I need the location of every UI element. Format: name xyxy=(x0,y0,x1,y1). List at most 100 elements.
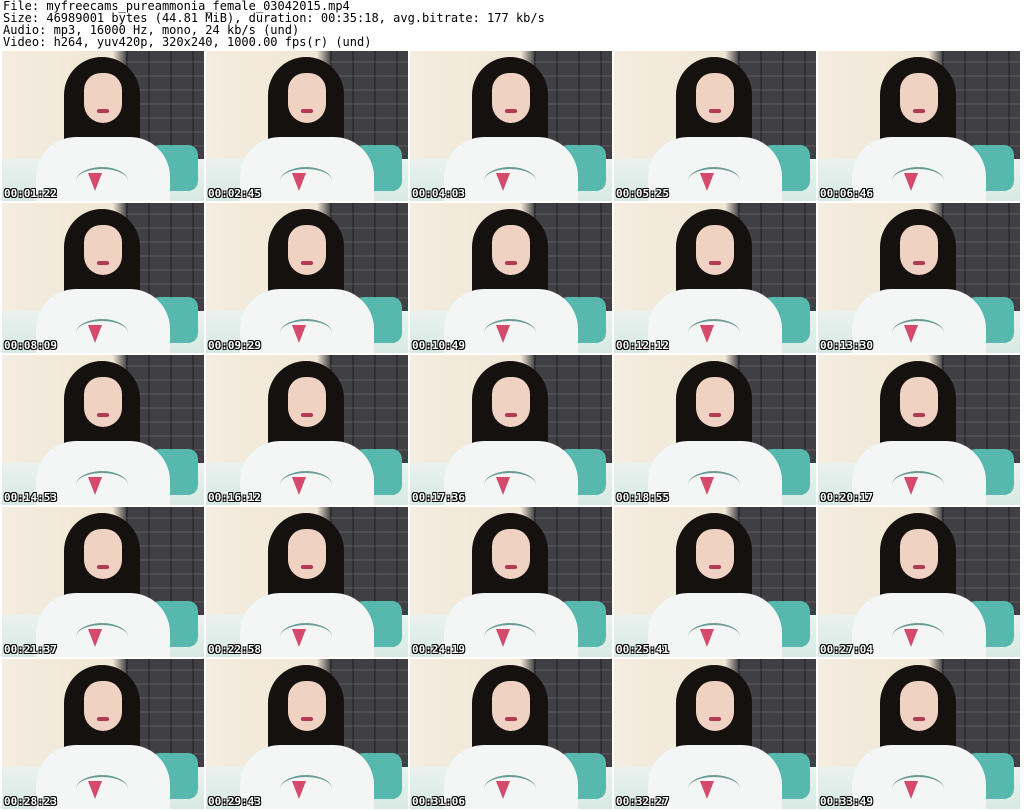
file-info-header: File: myfreecams_pureammonia_female_0304… xyxy=(3,0,1021,48)
thumbnail-face xyxy=(492,377,530,427)
thumbnail-lips xyxy=(97,261,109,265)
thumbnail-timestamp: 00:12:12 xyxy=(616,339,669,352)
thumbnail-face xyxy=(288,377,326,427)
thumbnail-print xyxy=(688,623,740,651)
video-thumbnail: 00:25:41 xyxy=(614,507,816,657)
thumbnail-timestamp: 00:02:45 xyxy=(208,187,261,200)
thumbnail-timestamp: 00:29:43 xyxy=(208,795,261,808)
thumbnail-face xyxy=(696,377,734,427)
video-thumbnail: 00:24:19 xyxy=(410,507,612,657)
video-thumbnail: 00:01:22 xyxy=(2,51,204,201)
video-thumbnail: 00:12:12 xyxy=(614,203,816,353)
thumbnail-print xyxy=(76,167,128,195)
thumbnail-lips xyxy=(709,717,721,721)
thumbnail-face xyxy=(84,225,122,275)
thumbnail-face xyxy=(900,529,938,579)
video-thumbnail: 00:13:30 xyxy=(818,203,1020,353)
thumbnail-face xyxy=(492,681,530,731)
thumbnail-print xyxy=(688,319,740,347)
thumbnail-print xyxy=(484,167,536,195)
video-thumbnail: 00:06:46 xyxy=(818,51,1020,201)
video-thumbnail: 00:04:03 xyxy=(410,51,612,201)
thumbnail-face xyxy=(900,681,938,731)
thumbnail-face xyxy=(696,73,734,123)
video-thumbnail: 00:08:09 xyxy=(2,203,204,353)
video-thumbnail: 00:02:45 xyxy=(206,51,408,201)
video-info-line: Video: h264, yuv420p, 320x240, 1000.00 f… xyxy=(3,35,372,49)
thumbnail-timestamp: 00:21:37 xyxy=(4,643,57,656)
thumbnail-lips xyxy=(505,109,517,113)
thumbnail-print xyxy=(76,623,128,651)
video-thumbnail: 00:21:37 xyxy=(2,507,204,657)
thumbnail-face xyxy=(288,681,326,731)
thumbnail-timestamp: 00:31:06 xyxy=(412,795,465,808)
thumbnail-lips xyxy=(505,413,517,417)
video-thumbnail: 00:27:04 xyxy=(818,507,1020,657)
thumbnail-lips xyxy=(97,109,109,113)
thumbnail-lips xyxy=(505,565,517,569)
thumbnail-lips xyxy=(913,413,925,417)
thumbnail-face xyxy=(492,225,530,275)
thumbnail-face xyxy=(84,529,122,579)
thumbnail-face xyxy=(900,377,938,427)
thumbnail-print xyxy=(280,319,332,347)
thumbnail-lips xyxy=(709,109,721,113)
video-thumbnail: 00:31:06 xyxy=(410,659,612,809)
thumbnail-lips xyxy=(913,717,925,721)
thumbnail-timestamp: 00:25:41 xyxy=(616,643,669,656)
thumbnail-print xyxy=(484,775,536,803)
thumbnail-print xyxy=(892,167,944,195)
thumbnail-lips xyxy=(709,261,721,265)
thumbnail-lips xyxy=(97,413,109,417)
thumbnail-timestamp: 00:01:22 xyxy=(4,187,57,200)
thumbnail-lips xyxy=(301,109,313,113)
thumbnail-timestamp: 00:08:09 xyxy=(4,339,57,352)
thumbnail-lips xyxy=(301,261,313,265)
thumbnail-print xyxy=(892,775,944,803)
thumbnail-face xyxy=(84,73,122,123)
thumbnail-timestamp: 00:18:55 xyxy=(616,491,669,504)
thumbnail-face xyxy=(696,225,734,275)
thumbnail-print xyxy=(892,319,944,347)
thumbnail-face xyxy=(288,73,326,123)
thumbnail-timestamp: 00:10:49 xyxy=(412,339,465,352)
thumbnail-face xyxy=(696,529,734,579)
thumbnail-face xyxy=(84,377,122,427)
thumbnail-print xyxy=(76,319,128,347)
thumbnail-face xyxy=(288,529,326,579)
thumbnail-timestamp: 00:32:27 xyxy=(616,795,669,808)
video-thumbnail: 00:28:23 xyxy=(2,659,204,809)
thumbnail-face xyxy=(900,225,938,275)
thumbnail-face xyxy=(84,681,122,731)
thumbnail-lips xyxy=(913,565,925,569)
thumbnail-timestamp: 00:14:53 xyxy=(4,491,57,504)
thumbnail-print xyxy=(892,471,944,499)
thumbnail-lips xyxy=(505,717,517,721)
thumbnail-print xyxy=(280,167,332,195)
thumbnail-print xyxy=(688,167,740,195)
thumbnail-print xyxy=(484,471,536,499)
thumbnail-face xyxy=(492,529,530,579)
thumbnail-lips xyxy=(301,413,313,417)
thumbnail-face xyxy=(900,73,938,123)
thumbnail-lips xyxy=(505,261,517,265)
thumbnail-print xyxy=(280,471,332,499)
video-thumbnail: 00:05:25 xyxy=(614,51,816,201)
video-thumbnail: 00:29:43 xyxy=(206,659,408,809)
video-thumbnail: 00:22:58 xyxy=(206,507,408,657)
thumbnail-timestamp: 00:04:03 xyxy=(412,187,465,200)
thumbnail-print xyxy=(688,471,740,499)
thumbnail-lips xyxy=(301,717,313,721)
video-thumbnail: 00:14:53 xyxy=(2,355,204,505)
thumbnail-lips xyxy=(913,109,925,113)
thumbnail-timestamp: 00:13:30 xyxy=(820,339,873,352)
video-thumbnail: 00:09:29 xyxy=(206,203,408,353)
thumbnail-timestamp: 00:33:49 xyxy=(820,795,873,808)
thumbnail-grid: 00:01:22 00:02:45 00:04:03 00:05:25 00:06:46… xyxy=(2,51,1020,809)
thumbnail-timestamp: 00:06:46 xyxy=(820,187,873,200)
video-thumbnail: 00:20:17 xyxy=(818,355,1020,505)
thumbnail-timestamp: 00:16:12 xyxy=(208,491,261,504)
thumbnail-face xyxy=(492,73,530,123)
video-thumbnail: 00:17:36 xyxy=(410,355,612,505)
thumbnail-timestamp: 00:17:36 xyxy=(412,491,465,504)
